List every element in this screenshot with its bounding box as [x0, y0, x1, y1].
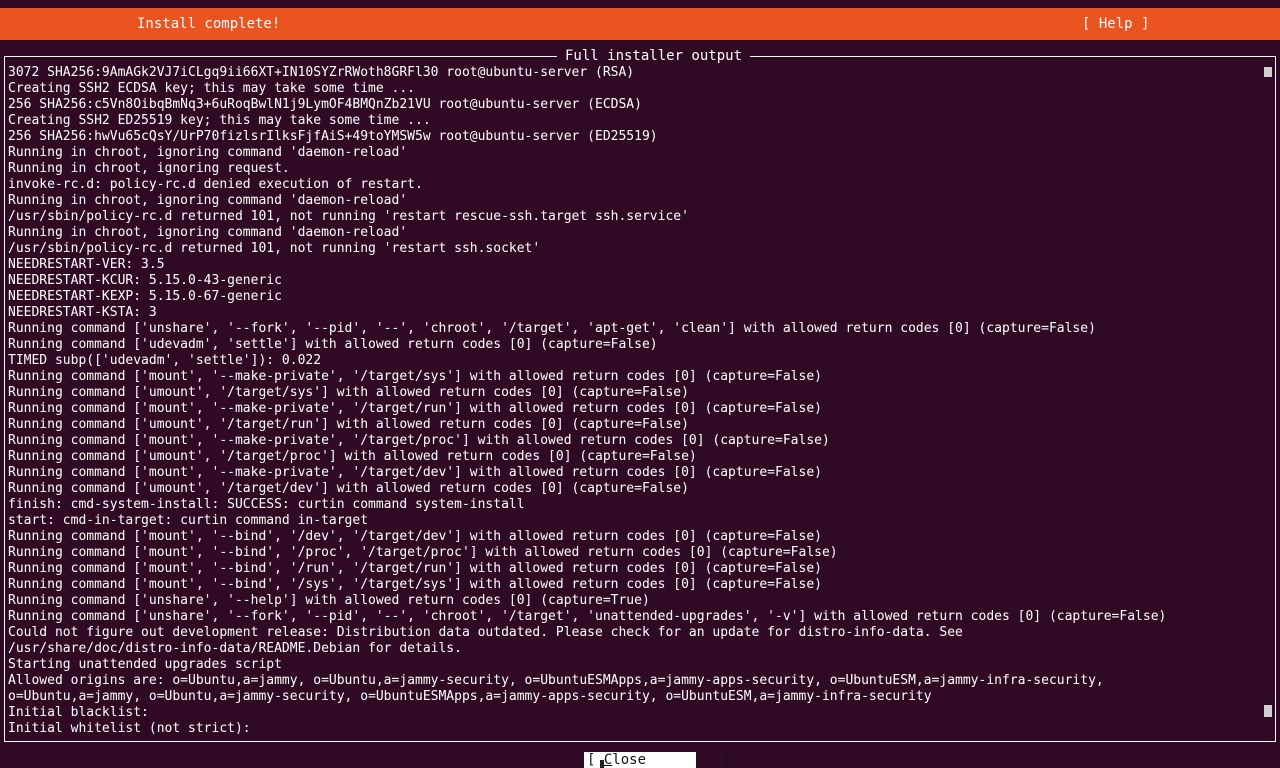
log-line: Running in chroot, ignoring command 'dae… [8, 145, 408, 160]
log-line: Running command ['umount', '/target/proc… [8, 449, 697, 464]
installer-output-log[interactable]: 3072 SHA256:9AmAGk2VJ7iCLgq9ii66XT+IN10S… [8, 65, 1260, 737]
log-line: Running command ['unshare', '--help'] wi… [8, 593, 650, 608]
log-line: Running command ['mount', '--bind', '/de… [8, 529, 822, 544]
log-line: Running command ['umount', '/target/dev'… [8, 481, 689, 496]
page-title: Install complete! [137, 16, 281, 32]
log-line: TIMED subp(['udevadm', 'settle']): 0.022 [8, 353, 322, 368]
header-bar: Install complete! [ Help ] [0, 8, 1280, 40]
log-line: Running command ['umount', '/target/run'… [8, 417, 689, 432]
log-line: Initial whitelist (not strict): [8, 721, 251, 736]
log-line: Running command ['mount', '--make-privat… [8, 369, 822, 384]
log-line: Running command ['umount', '/target/sys'… [8, 385, 689, 400]
log-line: finish: cmd-system-install: SUCCESS: cur… [8, 497, 525, 512]
mouse-cursor-icon [600, 760, 604, 768]
log-line: 256 SHA256:c5Vn8OibqBmNq3+6uRoqBwlN1j9Ly… [8, 97, 642, 112]
log-line: Running command ['mount', '--bind', '/ru… [8, 561, 822, 576]
log-line: Allowed origins are: o=Ubuntu,a=jammy, o… [8, 673, 1104, 688]
log-line: 3072 SHA256:9AmAGk2VJ7iCLgq9ii66XT+IN10S… [8, 65, 635, 80]
help-button[interactable]: [ Help ] [1082, 16, 1149, 32]
close-button-label: [ Close ] [587, 752, 730, 768]
log-line: Running command ['unshare', '--fork', '-… [8, 609, 1167, 624]
log-line: Running command ['mount', '--bind', '/pr… [8, 545, 838, 560]
log-line: NEEDRESTART-VER: 3.5 [8, 257, 165, 272]
log-line: Running command ['udevadm', 'settle'] wi… [8, 337, 658, 352]
output-scrollbar[interactable] [1264, 65, 1274, 737]
log-line: Initial blacklist: [8, 705, 149, 720]
log-line: o=Ubuntu,a=jammy, o=Ubuntu,a=jammy-secur… [8, 689, 932, 704]
log-line: Running command ['mount', '--make-privat… [8, 465, 822, 480]
panel-title: Full installer output [557, 48, 751, 64]
log-line: Creating SSH2 ECDSA key; this may take s… [8, 81, 415, 96]
log-line: Running command ['mount', '--bind', '/sy… [8, 577, 822, 592]
log-line: NEEDRESTART-KCUR: 5.15.0-43-generic [8, 273, 282, 288]
scroll-up-indicator[interactable] [1264, 67, 1272, 77]
log-line: /usr/share/doc/distro-info-data/README.D… [8, 641, 462, 656]
log-line: Running command ['mount', '--make-privat… [8, 433, 830, 448]
log-line: Starting unattended upgrades script [8, 657, 282, 672]
log-line: Running in chroot, ignoring request. [8, 161, 290, 176]
log-line: Running in chroot, ignoring command 'dae… [8, 193, 408, 208]
installer-output-panel: Full installer output 3072 SHA256:9AmAGk… [4, 48, 1276, 742]
log-line: Running command ['unshare', '--fork', '-… [8, 321, 1096, 336]
scroll-thumb[interactable] [1264, 705, 1272, 717]
log-line: start: cmd-in-target: curtin command in-… [8, 513, 369, 528]
log-line: 256 SHA256:hwVu65cQsY/UrP70fizlsrIlksFjf… [8, 129, 658, 144]
top-strip [0, 0, 1280, 8]
log-line: Running in chroot, ignoring command 'dae… [8, 225, 408, 240]
log-line: Could not figure out development release… [8, 625, 963, 640]
log-line: Running command ['mount', '--make-privat… [8, 401, 822, 416]
log-line: invoke-rc.d: policy-rc.d denied executio… [8, 177, 423, 192]
close-button-text: lose [612, 752, 647, 768]
log-line: NEEDRESTART-KEXP: 5.15.0-67-generic [8, 289, 282, 304]
log-line: Creating SSH2 ED25519 key; this may take… [8, 113, 431, 128]
close-button-close-bracket: ] [646, 752, 731, 768]
log-line: /usr/sbin/policy-rc.d returned 101, not … [8, 241, 541, 256]
installer-screen: Install complete! [ Help ] Full installe… [0, 0, 1280, 768]
log-line: NEEDRESTART-KSTA: 3 [8, 305, 157, 320]
log-line: /usr/sbin/policy-rc.d returned 101, not … [8, 209, 689, 224]
